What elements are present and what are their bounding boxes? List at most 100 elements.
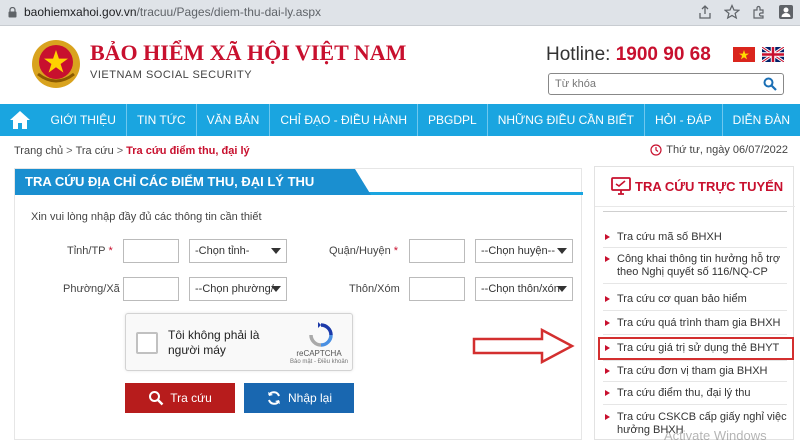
search-icon	[149, 391, 164, 406]
divider	[603, 404, 787, 405]
breadcrumb-separator: >	[116, 145, 124, 157]
site-subtitle: VIETNAM SOCIAL SECURITY	[90, 69, 253, 81]
sidebar-link-label: Tra cứu đơn vị tham gia BHXH	[617, 365, 768, 377]
sidebar-link-gia-tri-the-bhyt[interactable]: Tra cứu giá trị sử dụng thẻ BHYT	[598, 337, 794, 360]
form-title-bar: TRA CỨU ĐỊA CHỈ CÁC ĐIỂM THU, ĐẠI LÝ THU	[15, 169, 583, 195]
sidebar-header: TRA CỨU TRỰC TUYẾN	[595, 167, 795, 207]
ward-code-input[interactable]	[123, 277, 179, 301]
bookmark-star-icon[interactable]	[723, 4, 741, 20]
chevron-down-icon	[271, 248, 281, 254]
chevron-down-icon	[271, 286, 281, 292]
breadcrumb-separator: >	[66, 145, 73, 157]
nav-item-dien-dan[interactable]: DIỄN ĐÀN	[723, 104, 800, 136]
nav-item-pbgdpl[interactable]: PBGDPL	[418, 104, 488, 136]
chevron-down-icon	[557, 248, 567, 254]
profile-icon[interactable]	[778, 4, 794, 20]
breadcrumb: Trang chủ > Tra cứu > Tra cứu điểm thu, đại …	[14, 145, 250, 157]
current-date: Thứ tư, ngày 06/07/2022	[650, 144, 788, 156]
sidebar-link-co-quan-bao-hiem[interactable]: Tra cứu cơ quan bảo hiểm	[603, 293, 789, 306]
village-select-value: --Chọn thôn/xón	[481, 283, 560, 295]
breadcrumb-bar: Trang chủ > Tra cứu > Tra cứu điểm thu, đại …	[0, 136, 800, 166]
province-code-input[interactable]	[123, 239, 179, 263]
ward-label: Phường/Xã	[63, 283, 120, 295]
keyword-search	[548, 73, 784, 95]
extension-icon[interactable]	[751, 4, 767, 20]
form-instruction: Xin vui lòng nhập đầy đủ các thông tin c…	[31, 211, 262, 223]
sidebar-link-nghi-quyet-116[interactable]: Công khai thông tin hưởng hỗ trợ theo Ng…	[603, 253, 789, 279]
form-title: TRA CỨU ĐỊA CHỈ CÁC ĐIỂM THU, ĐẠI LÝ THU	[15, 169, 371, 195]
sidebar-link-label: Tra cứu mã số BHXH	[617, 231, 722, 243]
divider	[603, 381, 787, 382]
search-button[interactable]: Tra cứu	[125, 383, 235, 413]
divider	[603, 310, 787, 311]
clock-icon	[650, 144, 662, 156]
divider	[603, 334, 787, 335]
annotation-arrow-icon	[472, 328, 575, 364]
sidebar-link-label: Công khai thông tin hưởng hỗ trợ theo Ng…	[617, 253, 781, 278]
district-select-value: --Chọn huyện--	[481, 245, 555, 257]
site-header: BẢO HIỂM XÃ HỘI VIỆT NAM VIETNAM SOCIAL …	[0, 26, 800, 104]
nav-item-tin-tuc[interactable]: TIN TỨC	[127, 104, 197, 136]
ward-select[interactable]: --Chọn phường/	[189, 277, 287, 301]
sidebar-link-qua-trinh-tham-gia[interactable]: Tra cứu quá trình tham gia BHXH	[603, 317, 789, 330]
divider	[603, 211, 787, 212]
sidebar-link-label: Tra cứu giá trị sử dụng thẻ BHYT	[617, 342, 780, 354]
village-select[interactable]: --Chọn thôn/xón	[475, 277, 573, 301]
sidebar-link-label: Tra cứu điểm thu, đại lý thu	[617, 387, 751, 399]
bullet-triangle-icon	[605, 368, 610, 374]
village-code-input[interactable]	[409, 277, 465, 301]
nav-item-chi-dao-dieu-hanh[interactable]: CHỈ ĐẠO - ĐIỀU HÀNH	[270, 104, 419, 136]
bullet-triangle-icon	[605, 256, 610, 262]
province-label-text: Tỉnh/TP	[67, 245, 106, 257]
lock-icon	[8, 7, 17, 18]
uk-flag-icon[interactable]	[762, 47, 784, 62]
required-mark: *	[108, 245, 113, 257]
nav-item-gioi-thieu[interactable]: GIỚI THIỆU	[41, 104, 127, 136]
vss-emblem-logo[interactable]	[30, 38, 82, 90]
recaptcha-checkbox[interactable]	[136, 332, 158, 354]
district-label-text: Quận/Huyện	[329, 245, 391, 257]
site-title[interactable]: BẢO HIỂM XÃ HỘI VIỆT NAM	[90, 40, 406, 66]
nav-item-hoi-dap[interactable]: HỎI - ĐÁP	[645, 104, 723, 136]
home-nav-button[interactable]	[0, 104, 41, 136]
nav-item-nhung-dieu-can-biet[interactable]: NHỮNG ĐIỀU CẦN BIẾT	[488, 104, 645, 136]
divider	[603, 360, 787, 361]
share-icon[interactable]	[697, 4, 713, 20]
village-label: Thôn/Xóm	[349, 283, 400, 295]
district-select[interactable]: --Chọn huyện--	[475, 239, 573, 263]
required-mark: *	[393, 245, 399, 257]
recaptcha-logo-icon	[309, 322, 333, 347]
province-label: Tỉnh/TP *	[67, 245, 113, 257]
nav-item-van-ban[interactable]: VĂN BẢN	[197, 104, 271, 136]
chevron-down-icon	[557, 286, 567, 292]
divider	[603, 247, 787, 248]
breadcrumb-parent[interactable]: Tra cứu	[76, 145, 114, 157]
ward-select-value: --Chọn phường/	[195, 283, 274, 295]
province-select[interactable]: -Chọn tỉnh-	[189, 239, 287, 263]
browser-address-bar[interactable]: baohiemxahoi.gov.vn/tracuu/Pages/diem-th…	[0, 0, 800, 26]
district-label: Quận/Huyện *	[329, 245, 398, 257]
online-lookup-sidebar: TRA CỨU TRỰC TUYẾN Tra cứu mã số BHXH Cô…	[594, 166, 795, 440]
recaptcha-terms[interactable]: Bảo mật - Điều khoản	[284, 359, 354, 365]
keyword-search-input[interactable]	[555, 77, 755, 91]
sidebar-link-don-vi-tham-gia[interactable]: Tra cứu đơn vị tham gia BHXH	[603, 365, 789, 378]
reset-button-label: Nhập lại	[287, 391, 333, 405]
hotline: Hotline: 1900 90 68	[546, 44, 711, 66]
bullet-triangle-icon	[605, 414, 610, 420]
bullet-triangle-icon	[605, 345, 610, 351]
breadcrumb-home[interactable]: Trang chủ	[14, 145, 63, 157]
sidebar-link-ma-so-bhxh[interactable]: Tra cứu mã số BHXH	[603, 231, 789, 244]
search-icon[interactable]	[763, 77, 777, 91]
recaptcha-brand: reCAPTCHA	[296, 349, 342, 358]
url-path: /tracuu/Pages/diem-thu-dai-ly.aspx	[136, 5, 322, 19]
bullet-triangle-icon	[605, 390, 610, 396]
vietnam-flag-icon[interactable]	[733, 47, 755, 62]
reset-button[interactable]: Nhập lại	[244, 383, 354, 413]
district-code-input[interactable]	[409, 239, 465, 263]
sidebar-link-diem-thu-dai-ly[interactable]: Tra cứu điểm thu, đại lý thu	[603, 387, 789, 400]
bullet-triangle-icon	[605, 234, 610, 240]
refresh-icon	[267, 391, 280, 405]
province-select-value: -Chọn tỉnh-	[195, 245, 250, 257]
url-text[interactable]: baohiemxahoi.gov.vn/tracuu/Pages/diem-th…	[24, 5, 321, 19]
hotline-number[interactable]: 1900 90 68	[616, 44, 711, 65]
